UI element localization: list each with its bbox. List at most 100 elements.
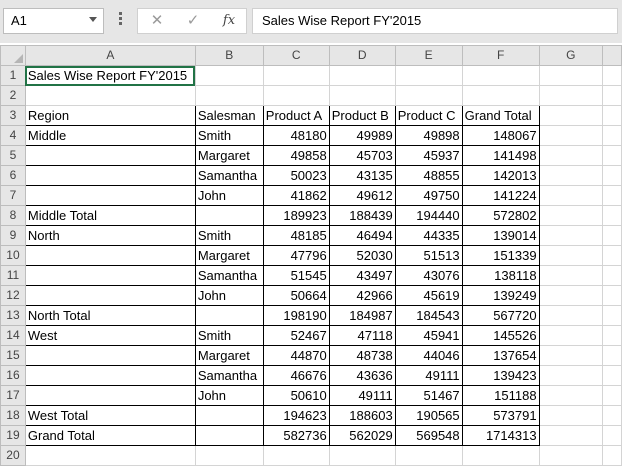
cell[interactable]: 190565 (394, 405, 463, 426)
cell[interactable]: West (24, 325, 196, 346)
cell[interactable]: 48185 (262, 225, 330, 246)
cell[interactable] (24, 165, 196, 186)
cell[interactable] (602, 265, 622, 286)
cell[interactable] (602, 445, 622, 466)
cell[interactable]: Margaret (194, 345, 264, 366)
cell[interactable] (602, 125, 622, 146)
row-header[interactable]: 15 (0, 345, 26, 366)
cell[interactable]: 1714313 (461, 425, 540, 446)
cell[interactable]: 43636 (328, 365, 396, 386)
cell[interactable] (602, 385, 622, 406)
select-all-button[interactable] (0, 45, 26, 66)
cell[interactable] (602, 225, 622, 246)
cell[interactable]: 49750 (394, 185, 463, 206)
cell[interactable] (24, 85, 196, 106)
cell[interactable]: 562029 (328, 425, 396, 446)
cell[interactable]: 46494 (328, 225, 396, 246)
cell[interactable]: 47118 (328, 325, 396, 346)
cell[interactable] (538, 65, 604, 86)
cell[interactable]: 139249 (461, 285, 540, 306)
cell[interactable] (194, 205, 264, 226)
cell[interactable]: 582736 (262, 425, 330, 446)
cell[interactable]: 44335 (394, 225, 463, 246)
cell[interactable] (194, 405, 264, 426)
cell[interactable]: 194623 (262, 405, 330, 426)
cell[interactable]: North (24, 225, 196, 246)
cell[interactable]: 151188 (461, 385, 540, 406)
cell[interactable]: 45703 (328, 145, 396, 166)
row-header[interactable]: 5 (0, 145, 26, 166)
cell[interactable]: Smith (194, 325, 264, 346)
cell[interactable] (602, 285, 622, 306)
cell[interactable]: Margaret (194, 245, 264, 266)
cell[interactable] (602, 85, 622, 106)
column-header-a[interactable]: A (24, 45, 196, 66)
cell[interactable]: 43076 (394, 265, 463, 286)
cell[interactable]: Grand Total (24, 425, 196, 446)
cell[interactable]: 573791 (461, 405, 540, 426)
cell[interactable] (602, 305, 622, 326)
cell[interactable] (394, 65, 463, 86)
row-header[interactable]: 13 (0, 305, 26, 326)
cell[interactable]: 52030 (328, 245, 396, 266)
cell[interactable] (24, 365, 196, 386)
cell[interactable]: Product B (328, 105, 396, 126)
cell[interactable] (602, 365, 622, 386)
cell[interactable]: 44870 (262, 345, 330, 366)
cell[interactable]: Region (24, 105, 196, 126)
cell[interactable]: 184543 (394, 305, 463, 326)
cell[interactable] (262, 85, 330, 106)
cell[interactable]: 52467 (262, 325, 330, 346)
cell[interactable]: 51467 (394, 385, 463, 406)
cell[interactable] (262, 65, 330, 86)
cell[interactable] (538, 445, 604, 466)
cell[interactable]: John (194, 385, 264, 406)
cell[interactable]: Grand Total (461, 105, 540, 126)
cell[interactable] (194, 65, 264, 86)
cell[interactable]: Samantha (194, 365, 264, 386)
cell[interactable]: 139423 (461, 365, 540, 386)
row-header[interactable]: 18 (0, 405, 26, 426)
column-header-c[interactable]: C (262, 45, 330, 66)
name-box[interactable]: A1 (3, 8, 104, 34)
row-header[interactable]: 20 (0, 445, 26, 466)
cell[interactable]: 139014 (461, 225, 540, 246)
cell[interactable]: 49898 (394, 125, 463, 146)
cell[interactable] (328, 85, 396, 106)
cell[interactable] (24, 145, 196, 166)
column-header-f[interactable]: F (461, 45, 540, 66)
cell[interactable]: 141224 (461, 185, 540, 206)
cell[interactable]: 194440 (394, 205, 463, 226)
cell[interactable] (602, 165, 622, 186)
cell[interactable]: 572802 (461, 205, 540, 226)
cell[interactable]: 569548 (394, 425, 463, 446)
column-header-partial[interactable] (602, 45, 622, 66)
row-header[interactable]: 16 (0, 365, 26, 386)
cell[interactable] (538, 245, 604, 266)
cell[interactable] (328, 445, 396, 466)
cell[interactable] (24, 345, 196, 366)
cell[interactable] (194, 445, 264, 466)
enter-icon[interactable]: ✓ (180, 12, 206, 30)
cell[interactable] (194, 305, 264, 326)
row-header[interactable]: 12 (0, 285, 26, 306)
cell[interactable]: Samantha (194, 265, 264, 286)
cancel-icon[interactable]: ✕ (144, 12, 170, 30)
formula-input[interactable]: Sales Wise Report FY'2015 (252, 8, 618, 34)
cell[interactable] (602, 205, 622, 226)
cell[interactable] (394, 445, 463, 466)
cell[interactable]: 141498 (461, 145, 540, 166)
column-header-g[interactable]: G (538, 45, 604, 66)
cell[interactable] (194, 425, 264, 446)
cell[interactable] (538, 185, 604, 206)
cell[interactable] (538, 125, 604, 146)
cell[interactable] (538, 405, 604, 426)
cell[interactable]: North Total (24, 305, 196, 326)
cell[interactable] (461, 65, 540, 86)
cell[interactable]: 49612 (328, 185, 396, 206)
cell[interactable]: 49111 (394, 365, 463, 386)
cell[interactable] (538, 145, 604, 166)
cell[interactable] (602, 345, 622, 366)
cell[interactable]: 51513 (394, 245, 463, 266)
cell[interactable]: Salesman (194, 105, 264, 126)
